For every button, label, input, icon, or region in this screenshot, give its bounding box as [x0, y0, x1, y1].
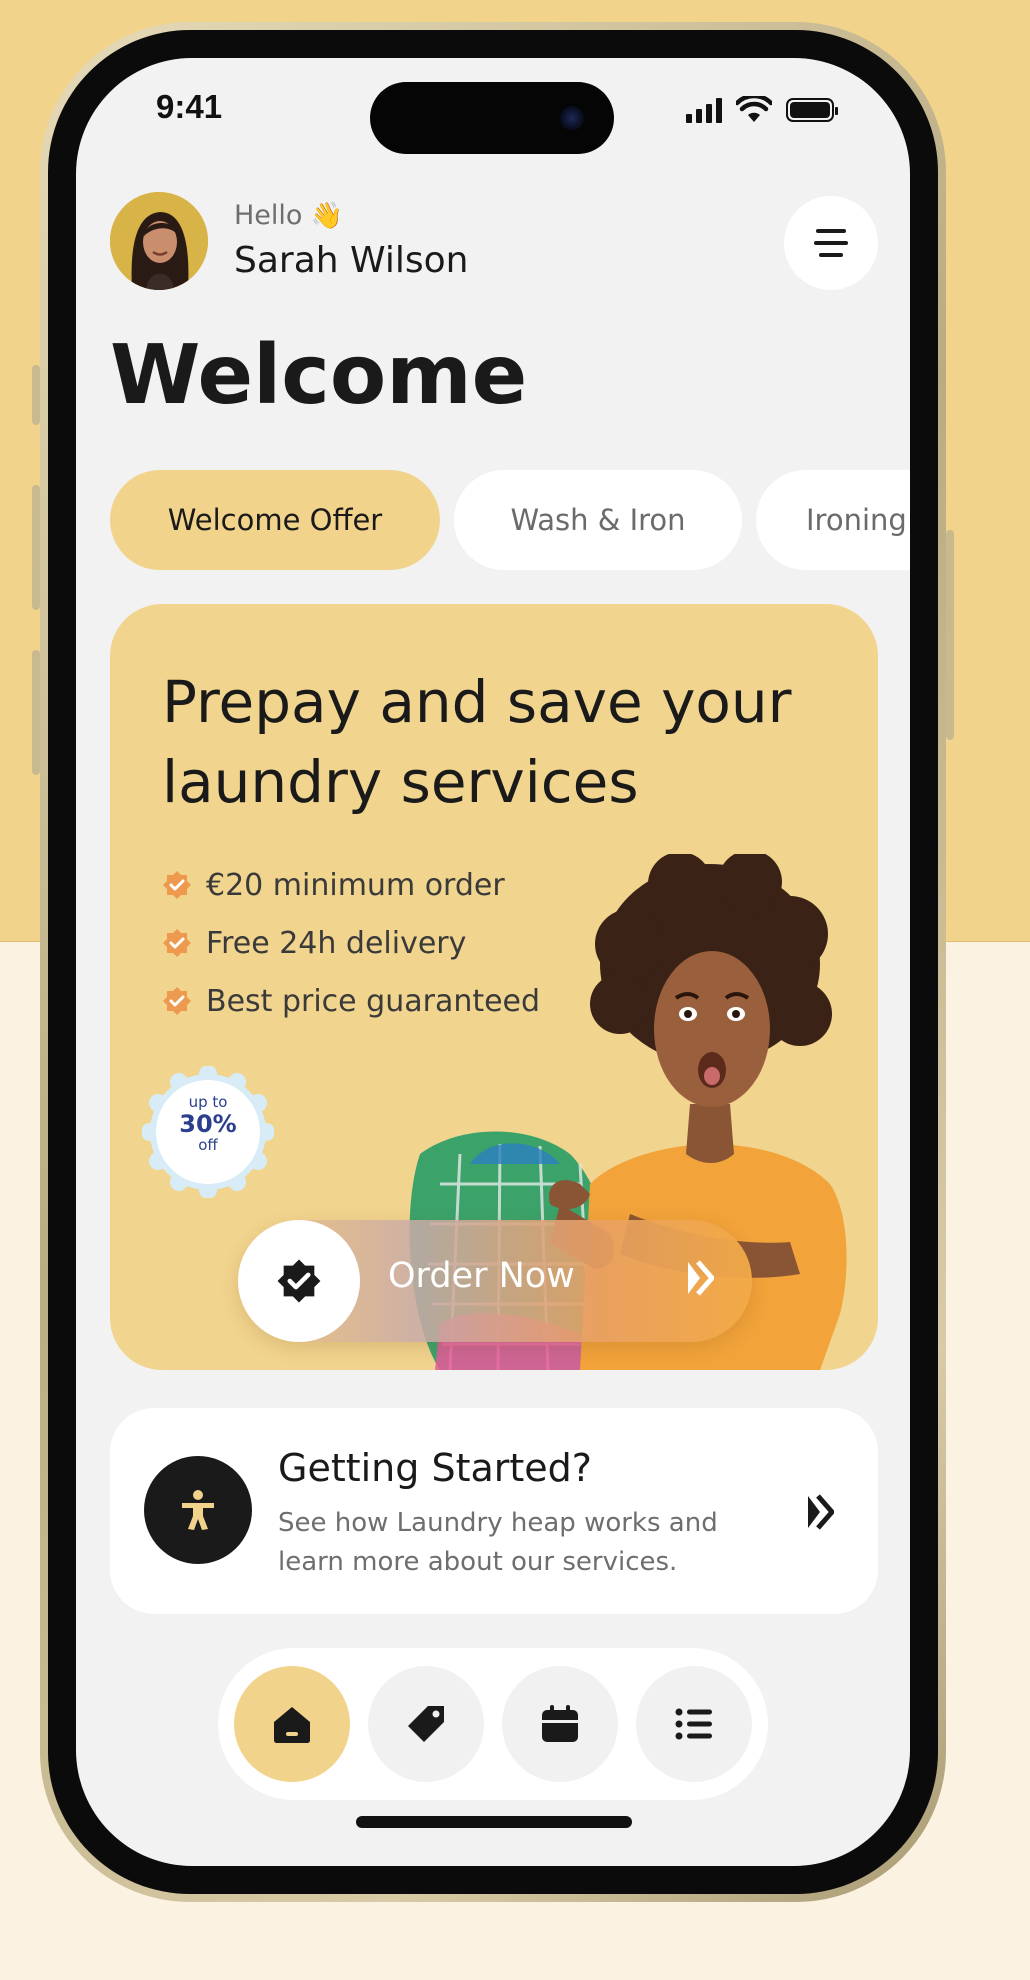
- menu-icon-line: [819, 253, 843, 257]
- phone-frame: 9:41 Hello 👋 Sarah Wilson Welcome Welcom…: [40, 22, 946, 1902]
- badge-prefix: up to: [188, 1093, 228, 1111]
- greeting: Hello 👋: [234, 200, 343, 231]
- menu-button[interactable]: [784, 196, 878, 290]
- badge-value: 30%: [179, 1109, 237, 1138]
- camera-icon: [560, 106, 584, 130]
- tab-wash-iron[interactable]: Wash & Iron: [454, 470, 742, 570]
- badge-suffix: off: [198, 1135, 218, 1154]
- wifi-icon: [736, 96, 772, 122]
- check-badge-icon: [163, 871, 191, 899]
- calendar-icon: [542, 1705, 578, 1742]
- tab-ironing[interactable]: Ironing: [756, 470, 910, 570]
- app-screen: 9:41 Hello 👋 Sarah Wilson Welcome Welcom…: [76, 58, 910, 1866]
- home-icon: [274, 1707, 310, 1743]
- tab-offers[interactable]: [368, 1666, 484, 1782]
- user-avatar-icon: [110, 192, 208, 290]
- category-tabs: Welcome Offer Wash & Iron Ironing: [110, 470, 910, 570]
- verified-badge-icon: [277, 1259, 321, 1303]
- phone-action-button: [32, 365, 40, 425]
- status-icons: [686, 96, 838, 124]
- badge-text: up to 30% off: [142, 1094, 274, 1153]
- check-badge-icon: [163, 929, 191, 957]
- greeting-text: Hello: [234, 200, 303, 231]
- getting-started-title: Getting Started?: [278, 1446, 592, 1490]
- check-badge-icon: [163, 987, 191, 1015]
- person-icon: [182, 1490, 214, 1530]
- menu-icon-line: [814, 241, 848, 245]
- cellular-signal-icon: [686, 97, 722, 123]
- phone-volume-down-button: [32, 650, 40, 775]
- tag-icon: [408, 1706, 444, 1742]
- avatar[interactable]: [110, 192, 208, 290]
- home-indicator[interactable]: [356, 1816, 632, 1828]
- double-chevron-right-icon: [808, 1494, 834, 1530]
- tab-home[interactable]: [234, 1666, 350, 1782]
- order-button-icon-circle: [238, 1220, 360, 1342]
- user-name: Sarah Wilson: [234, 240, 469, 281]
- dynamic-island: [370, 82, 614, 154]
- page-title: Welcome: [110, 328, 528, 423]
- battery-icon: [786, 98, 838, 122]
- promo-title: Prepay and save your laundry services: [162, 668, 792, 816]
- menu-icon-line: [816, 229, 846, 233]
- wave-icon: 👋: [310, 200, 343, 231]
- phone-power-button: [946, 530, 954, 740]
- promo-card[interactable]: Prepay and save your laundry services €2…: [110, 604, 878, 1370]
- tab-orders[interactable]: [636, 1666, 752, 1782]
- getting-started-description: See how Laundry heap works and learn mor…: [278, 1508, 718, 1577]
- order-now-label: Order Now: [388, 1256, 575, 1296]
- phone-bezel: 9:41 Hello 👋 Sarah Wilson Welcome Welcom…: [48, 30, 938, 1894]
- bottom-tab-bar: [218, 1648, 768, 1800]
- phone-volume-up-button: [32, 485, 40, 610]
- status-time: 9:41: [156, 88, 223, 125]
- list-icon: [675, 1708, 712, 1740]
- tab-calendar[interactable]: [502, 1666, 618, 1782]
- discount-badge: up to 30% off: [141, 1065, 275, 1199]
- order-now-button[interactable]: Order Now: [238, 1220, 752, 1342]
- tab-welcome-offer[interactable]: Welcome Offer: [110, 470, 440, 570]
- double-chevron-right-icon: [688, 1260, 714, 1296]
- getting-started-card[interactable]: Getting Started? See how Laundry heap wo…: [110, 1408, 878, 1614]
- accessibility-person-icon: [144, 1456, 252, 1564]
